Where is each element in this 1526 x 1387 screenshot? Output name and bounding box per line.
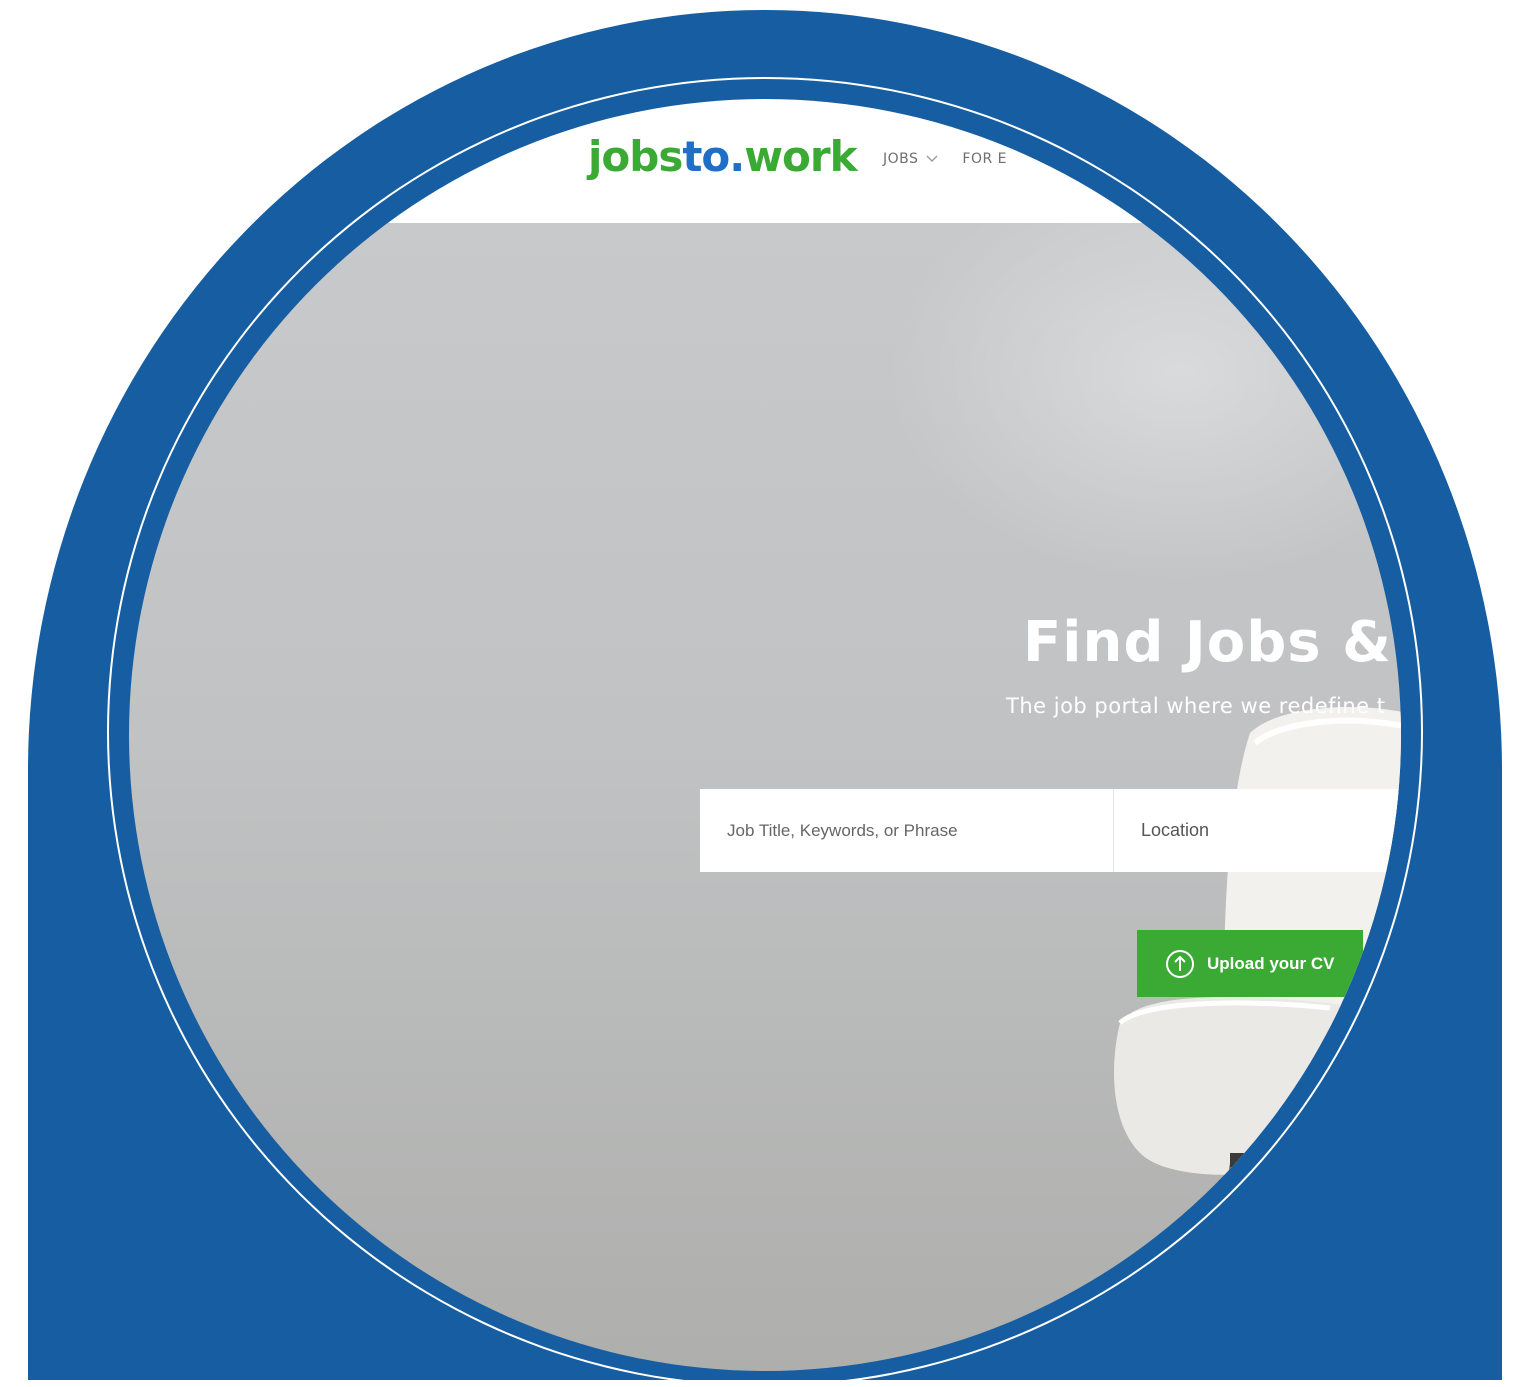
nav-item-label: JOBS [883,151,919,167]
main-nav: JOBS FOR E [883,151,1031,167]
logo-text-jobs: jobs [588,132,683,181]
hero-title: Find Jobs & C [1023,610,1401,675]
chevron-down-icon [926,155,938,162]
site-header: jobsto.work JOBS FOR E [129,99,1401,223]
job-search-bar [700,789,1401,872]
site-logo[interactable]: jobsto.work [588,131,858,183]
nav-item-for-employers[interactable]: FOR E [962,151,1007,167]
hero-subtitle: The job portal where we redefine t [1006,694,1386,718]
upload-cv-label: Upload your CV [1207,953,1335,973]
logo-dot: . [729,132,745,181]
website: jobsto.work JOBS FOR E Find Jobs & The j… [129,99,1401,1371]
logo-text-work: work [744,132,857,181]
logo-text-to: to [682,132,730,181]
keywords-input[interactable] [700,789,1114,872]
upload-cv-button[interactable]: Upload your CV [1137,930,1363,997]
circular-screenshot-viewport: jobsto.work JOBS FOR E Find Jobs & The j… [129,99,1401,1371]
upload-arrow-icon [1166,949,1194,978]
nav-item-label: FOR E [962,151,1008,167]
location-input[interactable] [1114,789,1401,872]
nav-item-jobs[interactable]: JOBS [883,151,938,167]
